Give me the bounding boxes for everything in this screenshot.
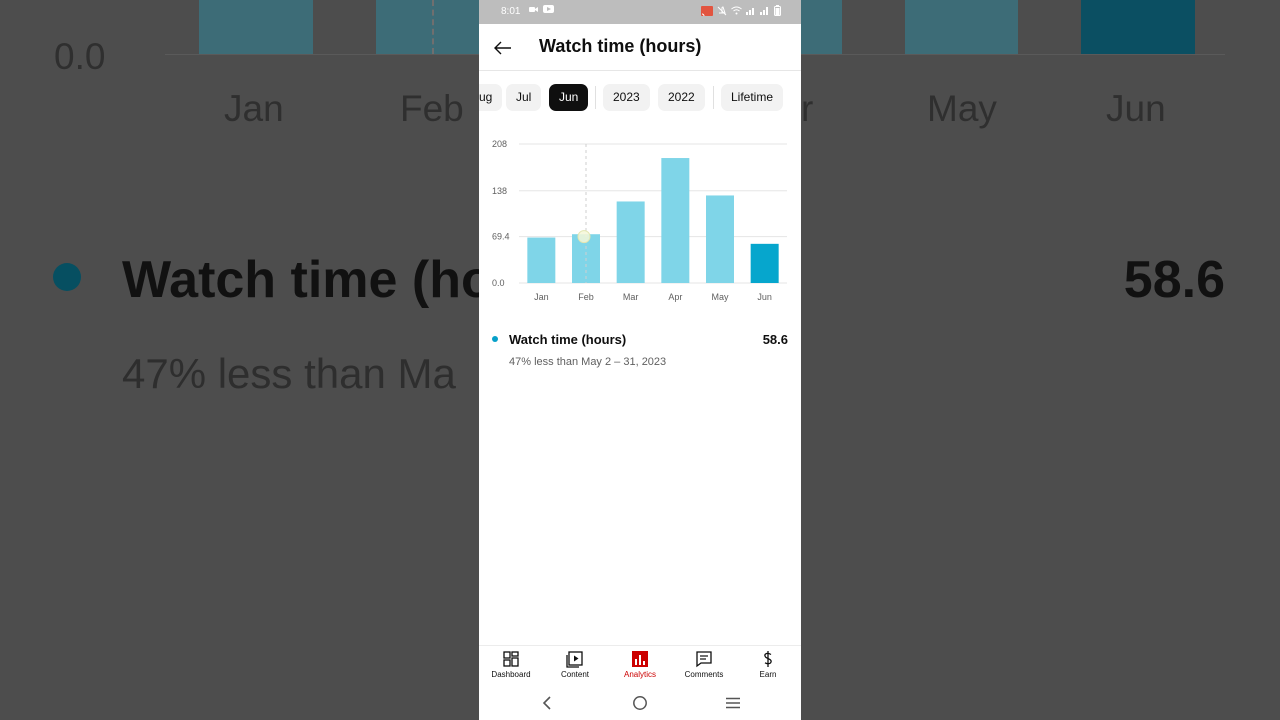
nav-earn[interactable]: Earn [736, 650, 800, 679]
nav-label: Dashboard [491, 670, 531, 679]
bg-tick: r [801, 88, 814, 129]
chart-y-tick-label: 69.4 [492, 232, 510, 242]
chip-jun[interactable]: Jun [549, 84, 589, 111]
nav-comments[interactable]: Comments [672, 650, 736, 679]
metric-comparison: 47% less than May 2 – 31, 2023 [509, 356, 667, 368]
arrow-left-icon [494, 41, 511, 55]
bottom-nav: Dashboard Content Analytics Comments Ear… [479, 645, 801, 685]
chart-x-tick-label: Jun [757, 292, 772, 302]
status-left-icons [529, 5, 554, 13]
dollar-icon [764, 651, 772, 667]
comments-icon [696, 651, 712, 668]
chart-hover-marker [577, 230, 591, 244]
chip-lifetime[interactable]: Lifetime [721, 84, 784, 111]
chip-2023[interactable]: 2023 [603, 84, 650, 111]
bg-metric-dot [53, 263, 81, 291]
analytics-icon [632, 651, 648, 667]
bg-bar [905, 0, 1018, 54]
bg-y-label: 0.0 [54, 36, 106, 77]
period-chips: ug Jul Jun 2023 2022 Lifetime [479, 84, 801, 112]
bg-metric-title: Watch time (ho [122, 251, 493, 309]
chip-2022[interactable]: 2022 [658, 84, 705, 111]
bg-tick: Jan [224, 88, 284, 129]
signal-icon [746, 8, 754, 15]
nav-analytics[interactable]: Analytics [608, 650, 672, 679]
chip-ug[interactable]: ug [479, 84, 503, 111]
video-call-icon [529, 6, 538, 12]
metric-dot [492, 336, 498, 342]
bg-bar [376, 0, 480, 54]
system-recents-button[interactable] [723, 694, 743, 712]
chart-x-tick-label: Jan [534, 292, 549, 302]
metric-label: Watch time (hours) [509, 332, 627, 347]
chip-divider [713, 86, 714, 109]
phone-screen: 8:01 Watch time (hours) ug Jul Jun 2023 … [479, 0, 801, 720]
bg-tick: Feb [400, 88, 464, 129]
signal-icon [760, 7, 768, 15]
battery-icon [774, 5, 781, 16]
metric-value: 58.6 [762, 332, 788, 347]
chart-y-tick-label: 138 [492, 186, 507, 196]
bg-hover-line [432, 0, 434, 54]
bg-bar-selected [1081, 0, 1195, 54]
bg-tick: Jun [1106, 88, 1166, 129]
metric-summary: Watch time (hours) 58.6 47% less than Ma… [479, 330, 801, 380]
dashboard-icon [503, 651, 519, 667]
bg-metric-value: 58.6 [1123, 251, 1225, 309]
system-home-button[interactable] [630, 694, 650, 712]
content-icon [566, 651, 583, 668]
chart-x-tick-label: Feb [578, 292, 594, 302]
watch-time-chart: 208 138 69.4 0.0 Jan Feb Mar Apr May Jun [492, 139, 787, 302]
chart-y-tick-label: 208 [492, 139, 507, 149]
bg-tick: May [927, 88, 997, 129]
app-bar: Watch time (hours) [479, 24, 801, 71]
nav-label: Earn [759, 670, 777, 679]
chart-bar [527, 237, 556, 283]
chart-bar [706, 195, 734, 283]
chart-x-tick-label: May [711, 292, 729, 302]
menu-icon [726, 697, 740, 709]
chart-bar [661, 158, 690, 283]
system-back-button[interactable] [537, 694, 557, 712]
nav-label: Analytics [623, 670, 656, 679]
back-button[interactable] [491, 36, 515, 60]
bg-bar [801, 0, 842, 54]
chart-bar [616, 201, 645, 283]
chart-x-tick-label: Mar [623, 292, 639, 302]
nav-label: Comments [684, 670, 724, 679]
nav-label: Content [560, 670, 590, 679]
nav-dashboard[interactable]: Dashboard [479, 650, 543, 679]
back-icon [542, 696, 551, 710]
chart-x-tick-label: Apr [668, 292, 682, 302]
status-right-icons [701, 5, 781, 16]
page-title: Watch time (hours) [539, 36, 702, 56]
youtube-icon [543, 5, 554, 13]
chip-jul[interactable]: Jul [506, 84, 542, 111]
chip-divider [595, 86, 596, 109]
home-icon [633, 696, 647, 710]
chart-bar [750, 243, 779, 283]
cast-icon [701, 5, 713, 16]
chart-y-tick-label: 0.0 [492, 278, 505, 288]
mute-icon [717, 5, 727, 15]
bg-bar [199, 0, 313, 54]
status-bar: 8:01 [479, 0, 801, 24]
system-nav-bar [479, 686, 801, 720]
status-time: 8:01 [501, 6, 521, 17]
nav-content[interactable]: Content [543, 650, 607, 679]
wifi-icon [731, 6, 742, 15]
bg-metric-subtitle: 47% less than Ma [122, 350, 456, 397]
